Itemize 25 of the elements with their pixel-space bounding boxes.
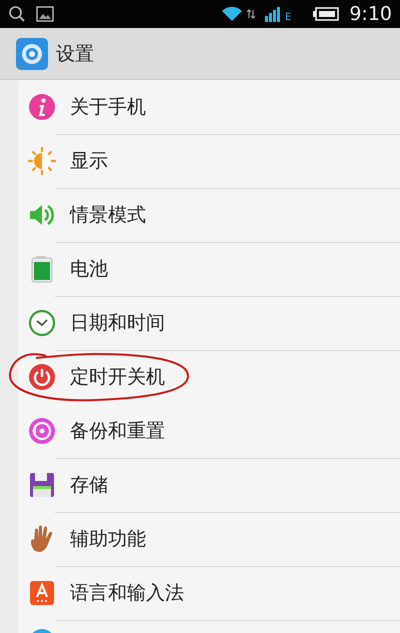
- language-icon: [28, 579, 56, 607]
- info-icon: [28, 93, 56, 121]
- battery-icon: [313, 7, 340, 21]
- signal-icon: [265, 6, 281, 22]
- settings-item[interactable]: 存储: [18, 458, 400, 512]
- settings-item[interactable]: 关于手机: [18, 80, 400, 134]
- sun-icon: [28, 147, 56, 175]
- network-type: E: [285, 12, 292, 22]
- screen-title: 设置: [56, 42, 94, 66]
- settings-item[interactable]: 辅助功能: [18, 512, 400, 566]
- wifi-icon: [221, 6, 243, 22]
- image-icon: [36, 6, 54, 22]
- search-icon: [8, 5, 26, 23]
- data-arrows-icon: [247, 9, 255, 19]
- settings-item[interactable]: 定时开关机: [18, 350, 400, 404]
- settings-item[interactable]: 备份和重置: [18, 404, 400, 458]
- power-icon: [28, 363, 56, 391]
- settings-item[interactable]: 情景模式: [18, 188, 400, 242]
- restore-icon: [28, 417, 56, 445]
- settings-item[interactable]: 显示: [18, 134, 400, 188]
- settings-item[interactable]: 电池: [18, 242, 400, 296]
- clock-time: 9:10: [349, 3, 392, 25]
- clock-icon: [28, 309, 56, 337]
- settings-item[interactable]: 语言和输入法: [18, 566, 400, 620]
- settings-item[interactable]: 日期和时间: [18, 296, 400, 350]
